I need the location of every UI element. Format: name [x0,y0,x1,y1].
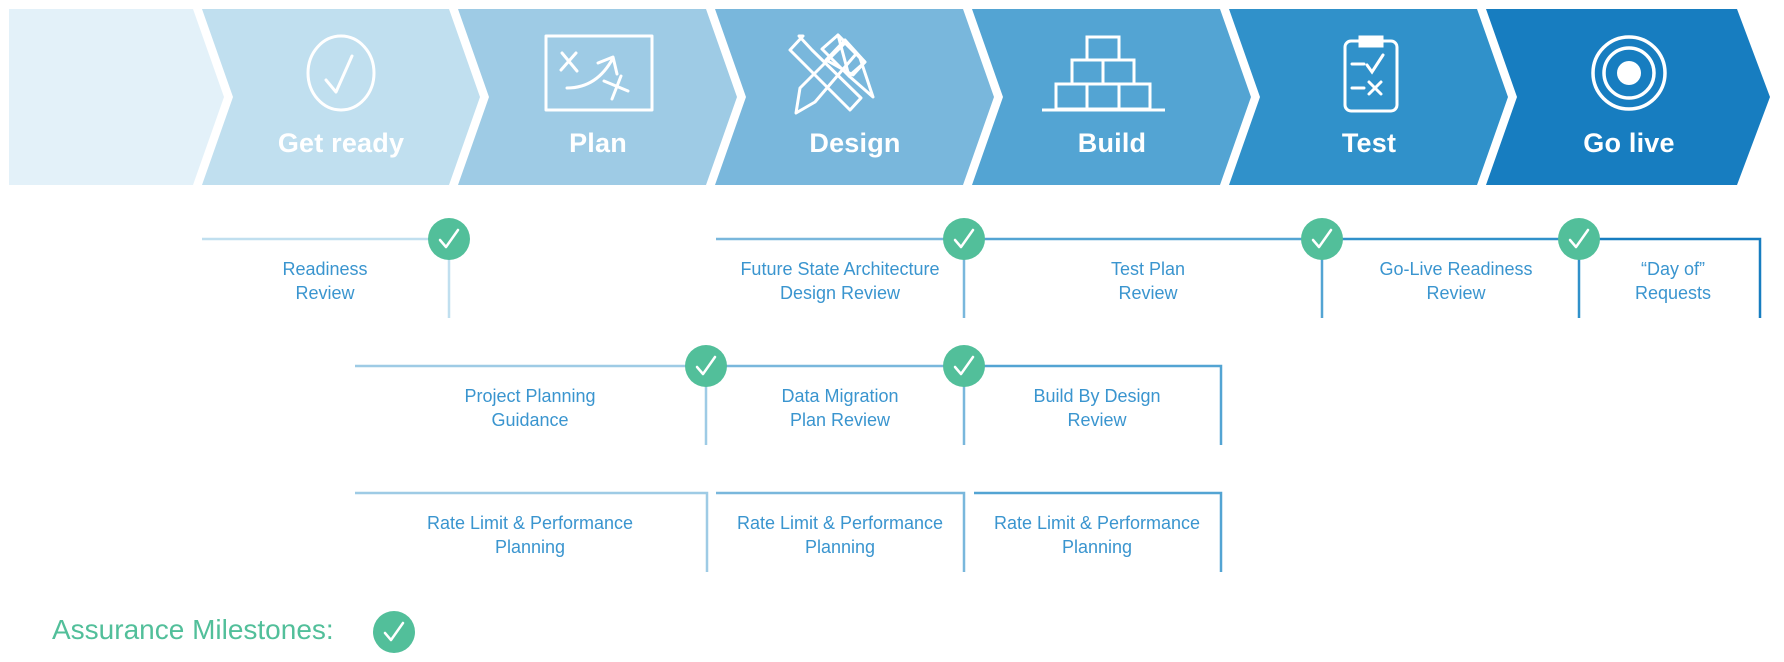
label-line: Plan Review [789,410,891,430]
label-line: Build By Design [1033,386,1161,406]
label-line: Guidance [491,410,569,430]
rate-limit-planning-2: Rate Limit & Performance Planning [720,511,960,559]
label-line: Rate Limit & Performance [426,513,634,533]
milestone-project-planning-guidance: Project Planning Guidance [430,384,630,432]
label-line: Review [1426,283,1486,303]
rate-limit-planning-3: Rate Limit & Performance Planning [977,511,1217,559]
milestone-future-state-architecture: Future State Architecture Design Review [720,257,960,305]
milestone-data-migration-plan-review: Data Migration Plan Review [740,384,940,432]
label-line: Design Review [779,283,901,303]
label-line: Test Plan [1110,259,1186,279]
milestone-readiness-review: Readiness Review [225,257,425,305]
label-line: Future State Architecture [740,259,940,279]
milestone-check-icon [1301,218,1343,260]
milestone-check-icon [943,218,985,260]
label-line: Requests [1634,283,1712,303]
milestone-check-icon [943,345,985,387]
label-line: Planning [1061,537,1133,557]
label-line: Rate Limit & Performance [736,513,944,533]
label-line: Go-Live Readiness [1379,259,1533,279]
label-line: “Day of” [1640,259,1705,279]
milestone-go-live-readiness-review: Go-Live Readiness Review [1356,257,1556,305]
label-line: Rate Limit & Performance [993,513,1201,533]
rate-limit-planning-1: Rate Limit & Performance Planning [410,511,650,559]
label-line: Data Migration [781,386,899,406]
label-line: Review [295,283,355,303]
legend-check-icon [373,611,415,653]
milestone-check-icon [685,345,727,387]
label-line: Planning [804,537,876,557]
milestone-check-icon [1558,218,1600,260]
milestone-day-of-requests: “Day of” Requests [1593,257,1753,305]
label-line: Readiness [282,259,368,279]
label-line: Project Planning [464,386,596,406]
milestone-lines [202,218,1762,653]
milestone-check-icon [428,218,470,260]
label-line: Review [1067,410,1127,430]
legend-label: Assurance Milestones: [52,614,334,645]
label-line: Planning [494,537,566,557]
milestone-test-plan-review: Test Plan Review [1048,257,1248,305]
label-line: Review [1118,283,1178,303]
milestone-build-by-design-review: Build By Design Review [997,384,1197,432]
